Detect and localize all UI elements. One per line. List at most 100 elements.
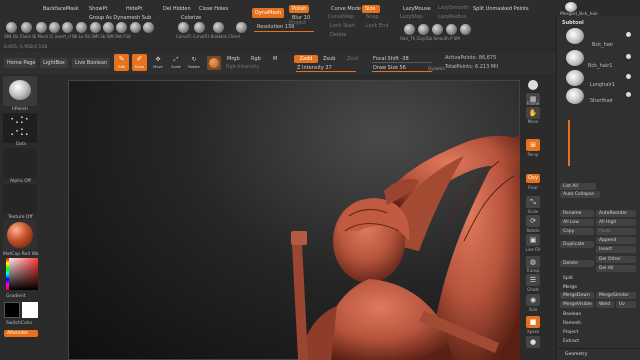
brush-dn-icon[interactable] — [21, 22, 32, 33]
append-button[interactable]: Append — [596, 237, 636, 244]
lightbox-button[interactable]: LightBox — [40, 58, 68, 68]
mrgb-button[interactable]: Mrgb — [224, 55, 243, 63]
xpose-icon[interactable]: ■ — [526, 316, 540, 328]
scale-mode-button[interactable]: ⤢ Scale — [169, 55, 183, 70]
colorize-button[interactable]: Colorize — [178, 14, 204, 22]
dynamic-icon[interactable]: ● — [526, 336, 540, 348]
all-low-button[interactable]: All Low — [560, 219, 594, 226]
hair-th-brush-icon[interactable] — [404, 24, 415, 35]
auto-collapse-button[interactable]: Auto Collapse — [560, 191, 600, 198]
floor-toggle-icon[interactable]: Qxy — [526, 174, 540, 183]
rotate-mode-button[interactable]: ↻ Rotate — [187, 55, 201, 70]
move-view-icon[interactable]: ✋ — [526, 107, 540, 119]
brush-curvetr-icon[interactable] — [194, 22, 205, 33]
rename-button[interactable]: Rename — [560, 210, 594, 217]
longhair1-visibility-icon[interactable] — [626, 74, 631, 79]
subtool-scrollbar[interactable] — [568, 120, 570, 166]
group-as-dynamesh-button[interactable]: Group As Dynamesh Sub — [86, 14, 154, 22]
rotate-view-icon[interactable]: ⟳ — [526, 215, 540, 227]
lazymouse-button[interactable]: LazyMouse — [400, 5, 434, 13]
color-picker[interactable] — [6, 258, 38, 290]
dynamesh-button[interactable]: DynaMesh — [252, 8, 284, 18]
brush-bi-icon[interactable] — [49, 22, 60, 33]
persp-toggle-icon[interactable]: ⊞ — [526, 139, 540, 151]
brush-rb-icon[interactable] — [116, 22, 127, 33]
del-hidden-button[interactable]: Del Hidden — [160, 5, 194, 13]
brush-nb-icon[interactable] — [90, 22, 101, 33]
edit-mode-button[interactable]: ✎ Edit — [114, 54, 129, 71]
matcap-red-wax-icon[interactable] — [3, 220, 37, 250]
subtool-header[interactable]: Subtool — [562, 20, 584, 27]
hue-strip[interactable] — [6, 258, 9, 290]
dynamic-button[interactable]: Dynamic — [428, 65, 446, 72]
insert-button[interactable]: Insert — [596, 246, 636, 253]
brush-smt-icon[interactable] — [6, 22, 17, 33]
project-button[interactable]: Project — [560, 329, 636, 336]
main-color-swatch[interactable] — [4, 302, 20, 318]
bck-hair1-subtool-thumb-icon[interactable] — [566, 50, 584, 66]
home-page-button[interactable]: Home Page — [4, 58, 36, 68]
subtool-item-longhair1[interactable]: Longhair1 — [590, 82, 615, 89]
zcut-button[interactable]: Zcut — [344, 55, 361, 63]
brush-chisel-icon[interactable] — [236, 22, 247, 33]
weld-button[interactable]: Weld — [596, 301, 614, 308]
all-high-button[interactable]: All High — [596, 219, 636, 226]
shorthair-subtool-thumb-icon[interactable] — [566, 88, 584, 104]
subtool-item-bck-hair[interactable]: Bck_hair — [592, 42, 613, 49]
brush-insert-icon[interactable] — [76, 22, 87, 33]
longhair1-subtool-thumb-icon[interactable] — [566, 70, 584, 86]
merge-visible-button[interactable]: MergeVisible — [560, 301, 594, 308]
extract-button[interactable]: Extract — [560, 338, 636, 345]
brush-sb-icon[interactable] — [143, 22, 154, 33]
current-brush-icon[interactable] — [3, 76, 37, 106]
rgb-button[interactable]: Rgb — [248, 55, 264, 63]
remesh-button[interactable]: Remesh — [560, 320, 636, 327]
brush-smt2-icon[interactable] — [130, 22, 141, 33]
texture-thumbnail-icon[interactable] — [3, 184, 37, 214]
subtool-item-shorthair[interactable]: Shorthair — [590, 98, 613, 105]
shorthair-visibility-icon[interactable] — [626, 92, 631, 97]
sm-brush-icon[interactable] — [460, 24, 471, 35]
rgb-intensity-slider[interactable]: Rgb Intensity — [226, 64, 259, 71]
zsub-button[interactable]: Zsub — [320, 55, 338, 63]
material-sphere-icon[interactable] — [207, 56, 221, 70]
brush-biohard-icon[interactable] — [213, 22, 224, 33]
transp-icon[interactable]: ◍ — [526, 256, 540, 268]
del-all-button[interactable]: Del All — [596, 265, 636, 272]
brush-le-icon[interactable] — [103, 22, 114, 33]
paste-button[interactable]: Paste — [596, 228, 636, 235]
delete-button[interactable]: Delete — [560, 260, 594, 267]
merge-section-header[interactable]: Merge — [560, 284, 636, 291]
curve-mode-button[interactable]: Curve Mode — [328, 5, 364, 13]
m-button[interactable]: M — [270, 55, 280, 63]
ghost-icon[interactable]: ☰ — [526, 274, 540, 286]
draw-mode-button[interactable]: ✐ Draw — [132, 54, 147, 71]
alpha-thumbnail-icon[interactable] — [3, 148, 37, 178]
claytub-brush-icon[interactable] — [418, 24, 429, 35]
brush-chain-icon[interactable] — [36, 22, 47, 33]
auto-reorder-button[interactable]: AutoReorder — [596, 210, 636, 217]
hidept-button[interactable]: HidePt — [123, 5, 145, 13]
split-button[interactable]: Split — [560, 275, 636, 282]
move-mode-button[interactable]: ✥ Move — [151, 55, 165, 70]
live-boolean-button[interactable]: Live Boolean — [72, 58, 110, 68]
copy-button[interactable]: Copy — [560, 228, 594, 235]
size-button[interactable]: Size — [362, 5, 380, 13]
duplicate-button[interactable]: Duplicate — [560, 241, 594, 248]
backface-mask-button[interactable]: BackfaceMask — [40, 5, 82, 13]
alternate-button[interactable]: Alternate — [4, 330, 38, 337]
zadd-button[interactable]: Zadd — [294, 55, 318, 63]
p-brush-icon[interactable] — [446, 24, 457, 35]
merge-similar-button[interactable]: MergeSimilar — [596, 292, 636, 299]
polish-button[interactable]: Polish — [289, 5, 310, 13]
boolean-button[interactable]: Boolean — [560, 311, 636, 318]
subtool-item-bck-hair1[interactable]: Bck_hair1 — [588, 63, 612, 70]
resolution-slider[interactable]: Resolution 1392 — [254, 23, 294, 31]
showpt-button[interactable]: ShowPt — [86, 5, 110, 13]
stroke-dots-icon[interactable]: ·.:· .·:. — [3, 113, 37, 143]
viewport-canvas[interactable] — [68, 80, 521, 360]
switch-color-label[interactable]: SwitchColor — [6, 320, 33, 327]
solo-icon[interactable]: ◉ — [526, 294, 540, 306]
uv-button[interactable]: Uv — [616, 301, 636, 308]
merge-down-button[interactable]: MergeDown — [560, 292, 594, 299]
